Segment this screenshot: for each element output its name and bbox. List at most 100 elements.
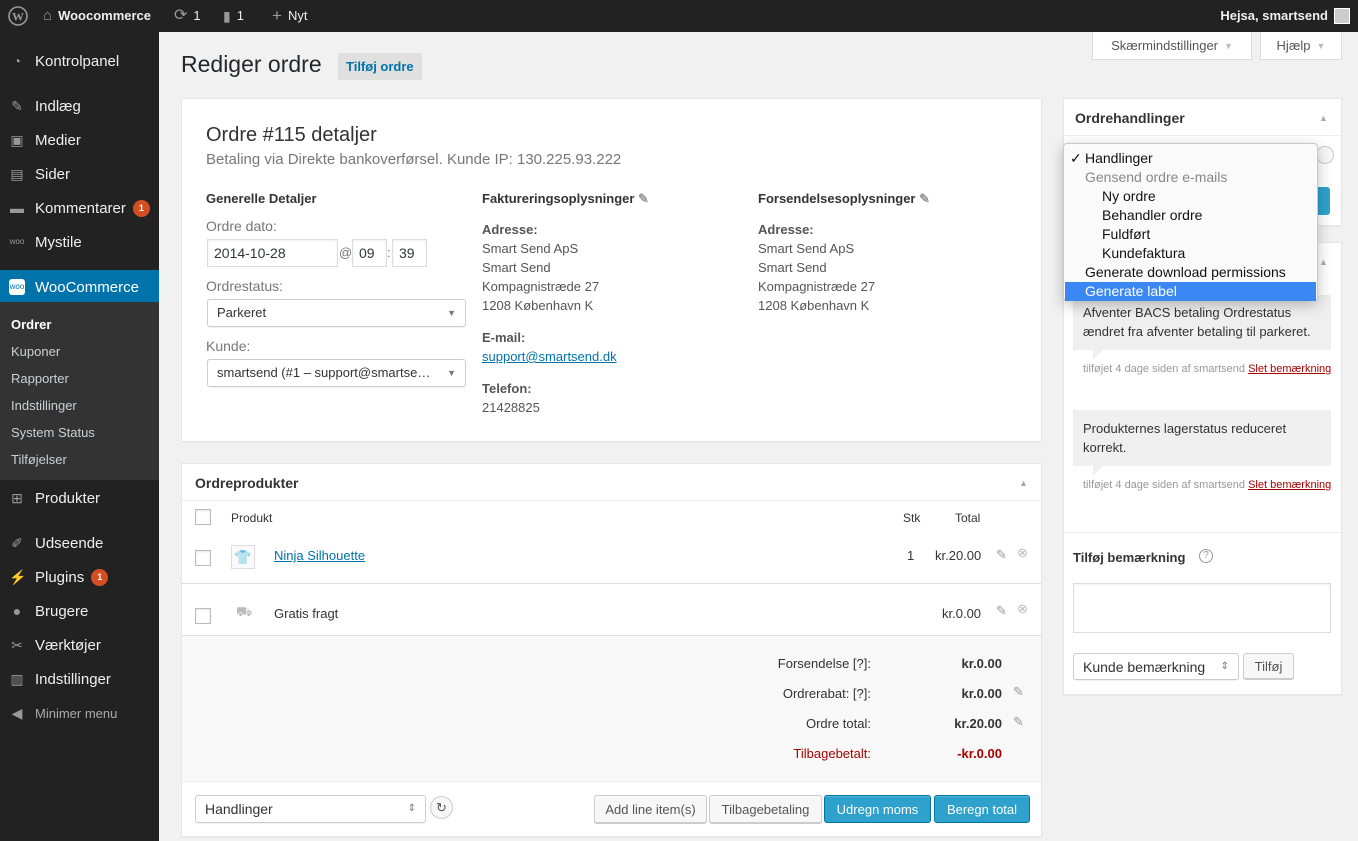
menu-comments[interactable]: ▬ Kommentarer 1 xyxy=(0,191,159,225)
delete-item-icon[interactable]: ⊗ xyxy=(1017,545,1028,561)
menu-label: Sider xyxy=(35,165,71,183)
action-option-invoice[interactable]: Kundefaktura xyxy=(1064,244,1317,263)
delete-note-link[interactable]: Slet bemærkning xyxy=(1248,363,1331,375)
menu-tools[interactable]: ✂ Værktøjer xyxy=(0,628,159,662)
add-order-button[interactable]: Tilføj ordre xyxy=(338,53,422,80)
help-button[interactable]: Hjælp ▼ xyxy=(1260,32,1342,60)
comment-icon: ▮ xyxy=(223,8,231,24)
menu-products[interactable]: ⊞ Produkter xyxy=(0,481,159,515)
shipping-title: Forsendelsesoplysninger ✎ xyxy=(758,191,930,207)
refund-button[interactable]: Tilbagebetaling xyxy=(709,795,822,823)
edit-discount-icon[interactable]: ✎ xyxy=(1013,684,1024,700)
row-checkbox[interactable] xyxy=(195,608,211,624)
calculate-tax-button[interactable]: Udregn moms xyxy=(824,795,931,823)
submenu-orders[interactable]: Ordrer xyxy=(11,317,51,332)
menu-pages[interactable]: ▤ Sider xyxy=(0,157,159,191)
page-title: Rediger ordre xyxy=(181,51,322,77)
collapse-label: Minimer menu xyxy=(35,705,118,721)
edit-total-icon[interactable]: ✎ xyxy=(1013,714,1024,730)
checkmark-icon: ✓ xyxy=(1070,150,1082,166)
settings-icon: ▥ xyxy=(10,671,24,687)
order-actions-dropdown[interactable]: ✓ Handlinger Gensend ordre e-mails Ny ord… xyxy=(1063,143,1318,301)
total-label: Ordre total: xyxy=(805,716,871,731)
collapse-toggle-icon[interactable]: ▲ xyxy=(1319,113,1328,123)
submenu-system-status[interactable]: System Status xyxy=(11,425,95,440)
product-link[interactable]: Ninja Silhouette xyxy=(274,548,365,563)
order-date-input[interactable]: 2014-10-28 xyxy=(207,239,338,267)
add-note-button[interactable]: Tilføj xyxy=(1243,653,1294,679)
billing-address-label: Adresse: xyxy=(482,222,538,237)
submenu-coupons[interactable]: Kuponer xyxy=(11,344,60,359)
site-link[interactable]: ⌂ Woocommerce xyxy=(43,0,151,32)
action-option-handlinger[interactable]: ✓ Handlinger xyxy=(1064,149,1317,168)
action-option-download-permissions[interactable]: Generate download permissions xyxy=(1064,263,1317,282)
help-tip-icon[interactable]: ? xyxy=(1199,549,1213,563)
dashboard-icon: ◔ xyxy=(12,53,22,69)
order-items-title: Ordreprodukter xyxy=(195,475,299,491)
screen-options-button[interactable]: Skærmindstillinger ▼ xyxy=(1092,32,1252,60)
menu-dashboard[interactable]: ◔ Kontrolpanel xyxy=(0,44,159,78)
menu-settings[interactable]: ▥ Indstillinger xyxy=(0,662,159,696)
apply-action-icon[interactable] xyxy=(1316,146,1334,164)
order-details-box: Ordre #115 detaljer Betaling via Direkte… xyxy=(181,98,1042,442)
submenu-addons[interactable]: Tilføjelser xyxy=(11,452,67,467)
total-value: kr.0.00 xyxy=(961,686,1003,701)
wordpress-logo-icon[interactable]: W xyxy=(8,0,28,32)
menu-appearance[interactable]: ✐ Udseende xyxy=(0,526,159,560)
divider xyxy=(1064,135,1341,136)
select-all-checkbox[interactable] xyxy=(195,509,211,525)
note-meta-text: tilføjet 4 dage siden af smartsend xyxy=(1083,479,1246,491)
edit-shipping-line-icon[interactable]: ✎ xyxy=(996,603,1007,619)
collapse-toggle-icon[interactable]: ▲ xyxy=(1019,478,1028,488)
new-content-link[interactable]: + Nyt xyxy=(272,0,307,32)
email-link[interactable]: support@smartsend.dk xyxy=(482,347,617,366)
order-status-value: Parkeret xyxy=(217,305,267,320)
order-minute-input[interactable]: 39 xyxy=(392,239,427,267)
shipping-address-line: Smart Send xyxy=(758,260,827,275)
comments-icon: ▬ xyxy=(10,200,24,216)
account-menu[interactable]: Hejsa, smartsend xyxy=(1220,0,1350,32)
order-status-select[interactable]: Parkeret ▼ xyxy=(207,299,466,327)
note-textarea[interactable] xyxy=(1073,583,1331,633)
comments-link[interactable]: ▮ 1 xyxy=(223,0,244,32)
menu-label: Plugins xyxy=(35,568,85,586)
billing-title: Faktureringsoplysninger ✎ xyxy=(482,191,649,207)
action-option-processing[interactable]: Behandler ordre xyxy=(1064,206,1317,225)
menu-label: Indstillinger xyxy=(35,670,111,688)
action-option-generate-label[interactable]: Generate label xyxy=(1065,282,1316,301)
admin-sidebar: ◔ Kontrolpanel ✎ Indlæg ▣ Medier ▤ Sider ▬ Ko… xyxy=(0,32,159,841)
note-type-select[interactable]: Kunde bemærkning ⇕ xyxy=(1073,653,1239,680)
submenu-reports[interactable]: Rapporter xyxy=(11,371,69,386)
menu-label: Produkter xyxy=(35,489,101,507)
bulk-actions-select[interactable]: Handlinger ⇕ xyxy=(195,795,426,823)
edit-item-icon[interactable]: ✎ xyxy=(996,547,1007,563)
delete-note-link[interactable]: Slet bemærkning xyxy=(1248,479,1331,491)
collapse-menu[interactable]: ◀ Minimer menu xyxy=(0,696,159,730)
customer-value: smartsend (#1 – support@smartse… xyxy=(217,365,431,380)
menu-woocommerce[interactable]: woo WooCommerce xyxy=(0,270,159,304)
order-hour-input[interactable]: 09 xyxy=(352,239,387,267)
calculate-total-button[interactable]: Beregn total xyxy=(934,795,1030,823)
menu-users[interactable]: ● Brugere xyxy=(0,594,159,628)
action-option-completed[interactable]: Fuldført xyxy=(1064,225,1317,244)
general-details-title: Generelle Detaljer xyxy=(206,191,317,206)
action-option-new-order[interactable]: Ny ordre xyxy=(1064,187,1317,206)
delete-shipping-line-icon[interactable]: ⊗ xyxy=(1017,601,1028,617)
submenu-settings[interactable]: Indstillinger xyxy=(11,398,77,413)
add-line-items-button[interactable]: Add line item(s) xyxy=(594,795,707,823)
menu-posts[interactable]: ✎ Indlæg xyxy=(0,89,159,123)
woo-icon: woo xyxy=(9,279,25,295)
collapse-toggle-icon[interactable]: ▲ xyxy=(1319,257,1328,267)
menu-media[interactable]: ▣ Medier xyxy=(0,123,159,157)
updates-link[interactable]: ⟳ 1 xyxy=(174,0,201,32)
menu-plugins[interactable]: ⚡ Plugins 1 xyxy=(0,560,159,594)
admin-bar: W ⌂ Woocommerce ⟳ 1 ▮ 1 + Nyt Hejsa, sma… xyxy=(0,0,1358,32)
edit-shipping-icon[interactable]: ✎ xyxy=(919,191,930,206)
customer-select[interactable]: smartsend (#1 – support@smartse… ▼ xyxy=(207,359,466,387)
table-row: ⛟ Gratis fragt kr.0.00 ✎ ⊗ xyxy=(182,592,1041,636)
media-icon: ▣ xyxy=(10,132,24,148)
row-checkbox[interactable] xyxy=(195,550,211,566)
apply-bulk-action-icon[interactable]: ↻ xyxy=(430,796,453,819)
edit-billing-icon[interactable]: ✎ xyxy=(638,191,649,206)
menu-mystile[interactable]: woo Mystile xyxy=(0,225,159,259)
